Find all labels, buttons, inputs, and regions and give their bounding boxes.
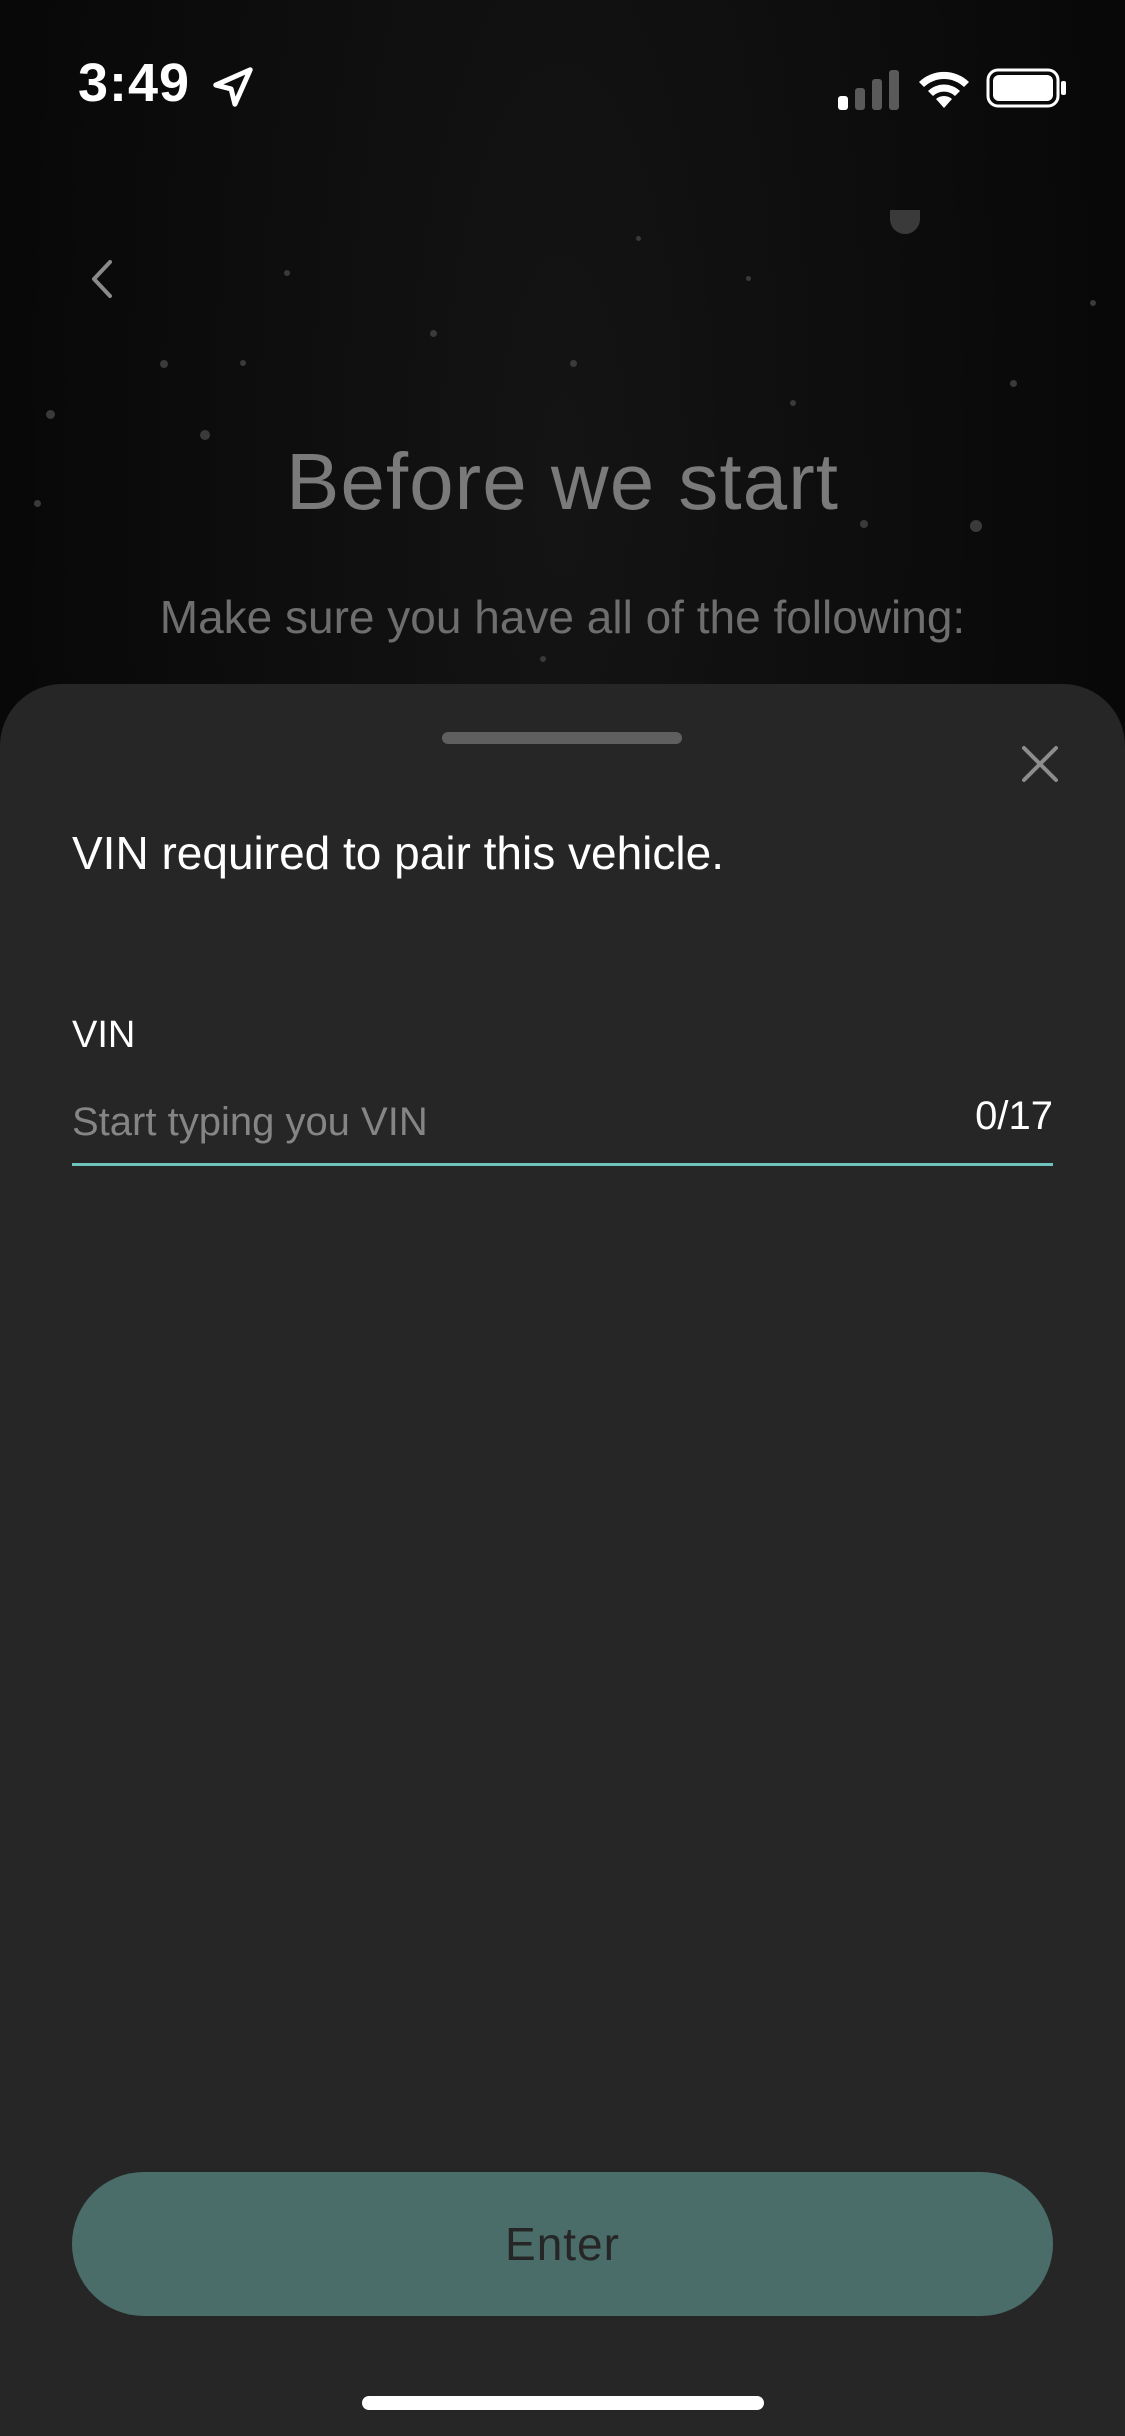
sheet-heading: VIN required to pair this vehicle. [72, 827, 724, 879]
background-subtitle: Make sure you have all of the following: [159, 591, 966, 643]
bg-particle [570, 360, 577, 367]
bg-particle [1010, 380, 1017, 387]
sheet-grabber[interactable] [442, 732, 682, 744]
screen: 3:49 Before we start Make sure you have … [0, 0, 1125, 2436]
bg-particle [240, 360, 246, 366]
bg-particle [430, 330, 437, 337]
location-arrow-icon [213, 67, 253, 107]
vin-character-counter: 0/17 [975, 1094, 1053, 1138]
home-indicator[interactable] [362, 2396, 764, 2410]
bg-particle [540, 656, 546, 662]
chevron-left-icon[interactable] [80, 250, 124, 308]
cellular-signal-icon [838, 70, 899, 110]
status-bar: 3:49 [0, 0, 1125, 150]
wifi-icon [919, 71, 969, 108]
bg-particle [1090, 300, 1096, 306]
battery-icon [986, 68, 1066, 108]
vin-bottom-sheet: VIN required to pair this vehicle. VIN 0… [0, 684, 1125, 2436]
bg-particle [790, 400, 796, 406]
background-title: Before we start [285, 437, 839, 526]
bg-particle [746, 276, 751, 281]
enter-button[interactable]: Enter [72, 2172, 1053, 2316]
vin-input-underline [72, 1163, 1053, 1166]
vin-input[interactable] [72, 1092, 912, 1152]
bg-particle [160, 360, 168, 368]
vin-label: VIN [72, 1014, 136, 1056]
bg-particle [284, 270, 290, 276]
bg-particle [636, 236, 641, 241]
bg-particle [890, 210, 920, 234]
status-time: 3:49 [78, 53, 191, 113]
close-icon[interactable] [1016, 740, 1064, 788]
bg-particle [46, 410, 55, 419]
